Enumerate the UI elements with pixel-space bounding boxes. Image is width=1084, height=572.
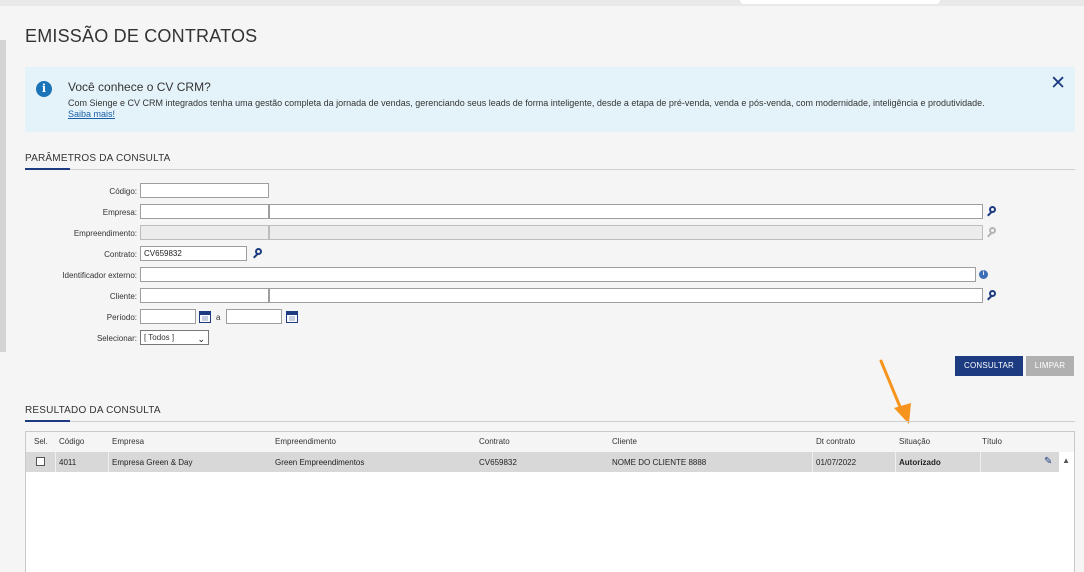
cliente-code-input[interactable] — [140, 288, 269, 303]
empreendimento-name-input — [269, 225, 983, 240]
col-cliente[interactable]: Cliente — [612, 437, 637, 446]
top-pill — [740, 0, 940, 4]
cell-dt-contrato: 01/07/2022 — [816, 458, 857, 467]
section-accent — [25, 420, 70, 422]
handle — [253, 253, 258, 259]
selecionar-dropdown[interactable]: [ Todos ] ⌄ — [140, 330, 209, 345]
info-banner-message: Com Sienge e CV CRM integrados tenha uma… — [68, 98, 985, 108]
selecionar-label: Selecionar: — [96, 334, 137, 343]
col-divider — [980, 452, 981, 472]
chevron-down-icon: ⌄ — [197, 334, 205, 344]
empresa-search-icon[interactable] — [986, 205, 1000, 219]
col-divider — [108, 452, 109, 472]
saiba-mais-link[interactable]: Saiba mais! — [68, 109, 115, 119]
calendar-dots — [289, 316, 295, 321]
results-section-title: RESULTADO DA CONSULTA — [25, 405, 161, 416]
empresa-code-input[interactable] — [140, 204, 269, 219]
limpar-button: LIMPAR — [1026, 356, 1074, 376]
calendar-bar — [200, 312, 210, 315]
empresa-name-input[interactable] — [269, 204, 983, 219]
empreendimento-code-input — [140, 225, 269, 240]
codigo-input[interactable] — [140, 183, 269, 198]
table-row[interactable]: 4011 Empresa Green & Day Green Empreendi… — [26, 452, 1059, 472]
col-codigo[interactable]: Código — [59, 437, 84, 446]
empreendimento-label: Empreendimento: — [73, 229, 137, 238]
periodo-separator: a — [216, 313, 221, 322]
codigo-label: Código: — [109, 187, 137, 196]
info-banner-title: Você conhece o CV CRM? — [68, 80, 211, 94]
calendar-icon[interactable] — [286, 311, 298, 323]
results-section-divider — [25, 420, 1075, 422]
cliente-name-input[interactable] — [269, 288, 983, 303]
handle — [987, 211, 992, 217]
scroll-up-icon[interactable]: ▲ — [1062, 456, 1070, 465]
close-icon[interactable]: ✕ — [1050, 72, 1066, 94]
left-side-bar — [0, 40, 6, 352]
cell-situacao: Autorizado — [899, 458, 941, 467]
col-contrato[interactable]: Contrato — [479, 437, 510, 446]
col-empreendimento[interactable]: Empreendimento — [275, 437, 336, 446]
empresa-label: Empresa: — [102, 208, 137, 217]
calendar-icon[interactable] — [199, 311, 211, 323]
grid-header: Sel. Código Empresa Empreendimento Contr… — [26, 432, 1074, 452]
col-titulo[interactable]: Título — [982, 437, 1002, 446]
top-strip — [0, 0, 1084, 6]
cell-cliente: NOME DO CLIENTE 8888 — [612, 458, 707, 467]
col-sel: Sel. — [34, 437, 48, 446]
contrato-input[interactable]: CV659832 — [140, 246, 247, 261]
periodo-start-input[interactable] — [140, 309, 196, 324]
col-divider — [895, 452, 896, 472]
calendar-bar — [287, 312, 297, 315]
section-accent — [25, 168, 70, 170]
col-empresa[interactable]: Empresa — [112, 437, 144, 446]
cell-codigo: 4011 — [59, 458, 77, 467]
periodo-end-input[interactable] — [226, 309, 282, 324]
arrow-icon — [879, 359, 911, 424]
periodo-label: Período: — [106, 313, 137, 322]
contrato-label: Contrato: — [104, 250, 137, 259]
cell-contrato: CV659832 — [479, 458, 517, 467]
col-dt-contrato[interactable]: Dt contrato — [816, 437, 855, 446]
page-title: EMISSÃO DE CONTRATOS — [25, 26, 258, 46]
handle — [987, 295, 992, 301]
params-section-divider — [25, 168, 1075, 170]
calendar-dots — [202, 316, 208, 321]
info-icon[interactable]: i — [979, 270, 988, 279]
info-icon: i — [36, 81, 52, 97]
col-divider — [55, 452, 56, 472]
pencil-icon[interactable]: ✎ — [1044, 456, 1052, 467]
empreendimento-search-icon — [986, 226, 1000, 240]
identificador-externo-input[interactable] — [140, 267, 976, 282]
col-situacao[interactable]: Situação — [899, 437, 930, 446]
cell-empresa: Empresa Green & Day — [112, 458, 193, 467]
cell-empreendimento: Green Empreendimentos — [275, 458, 365, 467]
results-grid: Sel. Código Empresa Empreendimento Contr… — [25, 431, 1075, 572]
cliente-label: Cliente: — [109, 292, 137, 301]
consultar-button[interactable]: CONSULTAR — [955, 356, 1023, 376]
handle — [987, 232, 992, 238]
col-divider — [812, 452, 813, 472]
cliente-search-icon[interactable] — [986, 289, 1000, 303]
params-section-title: PARÂMETROS DA CONSULTA — [25, 153, 171, 164]
row-select-checkbox[interactable] — [36, 457, 45, 466]
contrato-search-icon[interactable] — [252, 247, 266, 261]
selecionar-value: [ Todos ] — [144, 333, 175, 342]
info-banner: i Você conhece o CV CRM? Com Sienge e CV… — [25, 67, 1075, 132]
identificador-label: Identificador externo: — [62, 271, 137, 280]
